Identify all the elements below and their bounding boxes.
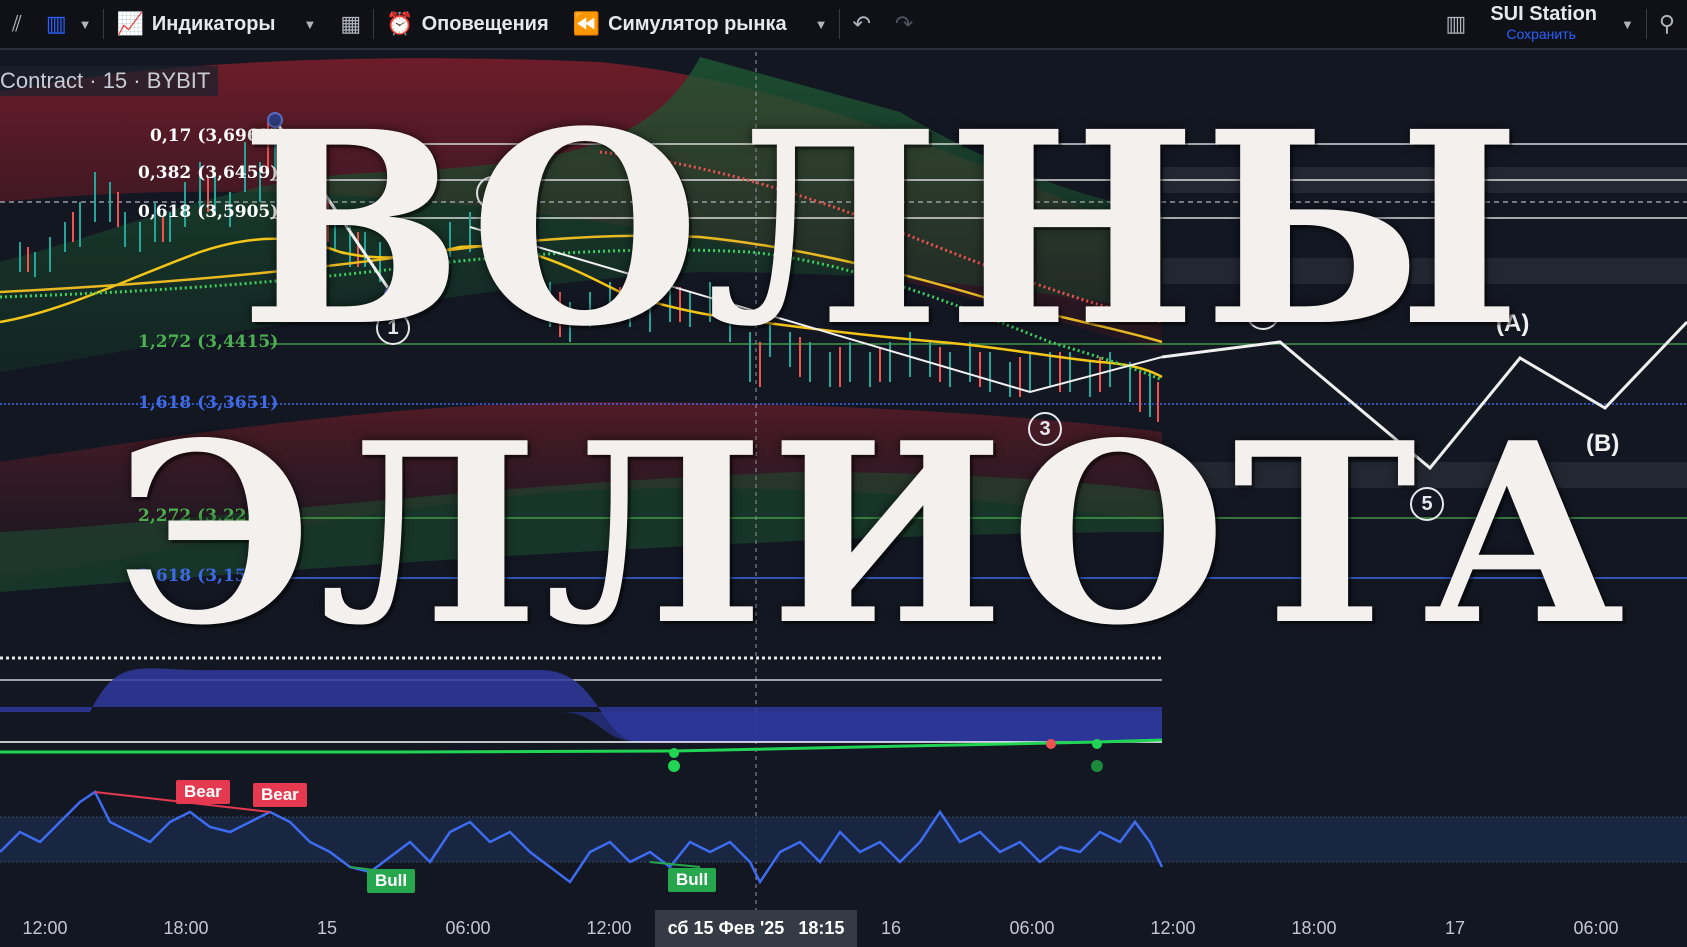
simulator-label: Симулятор рынка <box>608 12 787 35</box>
signal-dot <box>1092 739 1102 749</box>
chevron-down-icon[interactable]: ▼ <box>304 17 317 32</box>
bear-signal-tag: Bear <box>253 783 307 807</box>
time-tick: 18:00 <box>1291 918 1337 938</box>
time-tick: 17 <box>1444 918 1466 938</box>
templates-icon: ▦ <box>340 11 362 36</box>
bar-style-button[interactable]: ⫽ <box>0 11 34 37</box>
alerts-button[interactable]: ⏰ Оповещения <box>374 11 560 37</box>
layout-name: SUI Station <box>1490 3 1597 25</box>
indicators-label: Индикаторы <box>151 12 276 35</box>
layout-icon: ▥ <box>1445 11 1467 36</box>
bear-signal-tag: Bear <box>176 780 230 804</box>
rewind-icon: ⏪ <box>572 11 601 36</box>
signal-dot <box>669 748 679 758</box>
time-tick: 12:00 <box>22 918 68 938</box>
bull-signal-tag: Bull <box>668 868 717 892</box>
chevron-down-icon[interactable]: ▼ <box>79 17 92 32</box>
signal-dot <box>1046 739 1056 749</box>
templates-button[interactable]: ▦ <box>328 11 373 37</box>
candle-type-icon: ▥ <box>45 11 67 36</box>
time-tick: 18:00 <box>163 918 209 938</box>
alerts-label: Оповещения <box>421 12 549 35</box>
time-tick: 06:00 <box>1009 918 1055 938</box>
time-tick: 06:00 <box>1573 918 1619 938</box>
indicators-button[interactable]: 📈 Индикаторы ▼ <box>104 11 328 37</box>
alarm-clock-icon: ⏰ <box>386 11 414 36</box>
market-simulator-button[interactable]: ⏪ Симулятор рынка ▼ <box>561 11 840 37</box>
chevron-down-icon[interactable]: ▼ <box>815 17 828 32</box>
oscillator-band <box>0 817 1687 862</box>
layout-name-block: SUI Station Сохранить <box>1490 4 1597 44</box>
quick-search-button[interactable]: ⚲ <box>1647 11 1687 37</box>
bull-signal-tag: Bull <box>367 869 416 893</box>
overlay-title-line-2: ЭЛЛИОТА <box>116 389 1631 680</box>
time-tick: 15 <box>316 918 338 938</box>
signal-dot <box>1091 760 1103 772</box>
chevron-down-icon[interactable]: ▼ <box>1621 17 1634 32</box>
candle-style-button[interactable]: ▥ ▼ <box>34 11 104 37</box>
time-tick: 12:00 <box>586 918 632 938</box>
top-toolbar: ⫽ ▥ ▼ 📈 Индикаторы ▼ ▦ ⏰ Оповещения ⏪ Си… <box>0 0 1687 50</box>
time-tick: 16 <box>880 918 902 938</box>
layout-button[interactable]: ▥ <box>1434 11 1479 37</box>
crosshair-time-label: сб 15 Фев '25 18:15 <box>655 910 857 947</box>
undo-icon: ↶ <box>852 11 871 36</box>
redo-icon: ↷ <box>894 11 914 36</box>
time-tick: 12:00 <box>1150 918 1196 938</box>
redo-button[interactable]: ↷ <box>883 11 925 37</box>
layout-save-dropdown[interactable]: SUI Station Сохранить ▼ <box>1478 4 1646 44</box>
time-axis[interactable]: 12:00 18:00 15 06:00 12:00 сб 15 Фев '25… <box>0 910 1687 947</box>
indicator-area-top <box>0 712 1162 742</box>
signal-dot <box>668 760 680 772</box>
crosshair-time: 18:15 <box>798 918 845 938</box>
overlay-title-line-1: ВОЛНЫ <box>239 74 1528 385</box>
save-link[interactable]: Сохранить <box>1506 24 1576 44</box>
quick-search-icon: ⚲ <box>1658 11 1675 36</box>
chart-pane[interactable]: Contract · 15 · BYBIT 0,17 (3,6963) 0,38… <box>0 52 1687 947</box>
time-tick: 06:00 <box>445 918 491 938</box>
bar-type-icon: ⫽ <box>12 11 22 36</box>
indicators-icon: 📈 <box>116 11 144 36</box>
crosshair-date: сб 15 Фев '25 <box>667 918 785 938</box>
undo-button[interactable]: ↶ <box>840 11 882 37</box>
